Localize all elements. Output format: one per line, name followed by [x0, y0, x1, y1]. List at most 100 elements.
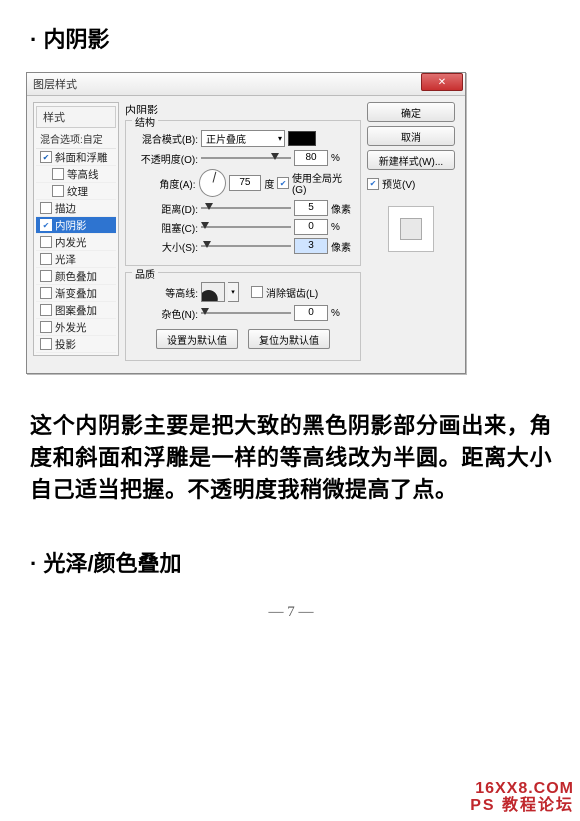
style-label: 等高线 [67, 167, 99, 182]
layer-style-dialog: 图层样式 ✕ 样式 混合选项:自定 ✔ 斜面和浮雕 等高线 [26, 72, 466, 374]
style-label: 光泽 [55, 252, 76, 267]
percent-unit: % [331, 222, 340, 233]
opacity-value[interactable]: 80 [294, 150, 328, 166]
global-light-label: 使用全局光(G) [292, 170, 354, 196]
styles-list-column: 样式 混合选项:自定 ✔ 斜面和浮雕 等高线 纹理 [33, 102, 119, 367]
style-item-color-overlay[interactable]: 颜色叠加 [36, 268, 116, 285]
blend-mode-label: 混合模式(B): [132, 131, 198, 146]
style-item-satin[interactable]: 光泽 [36, 251, 116, 268]
anti-alias-label: 消除锯齿(L) [266, 285, 318, 300]
style-label: 纹理 [67, 184, 88, 199]
contour-thumbnail[interactable] [201, 282, 225, 302]
style-item-inner-glow[interactable]: 内发光 [36, 234, 116, 251]
percent-unit: % [331, 308, 340, 319]
structure-group: 结构 混合模式(B): 正片叠底 ▾ 不透明度(O): [125, 120, 361, 266]
px-unit: 像素 [331, 201, 351, 216]
close-button[interactable]: ✕ [421, 73, 463, 91]
angle-value[interactable]: 75 [229, 175, 262, 191]
choke-value[interactable]: 0 [294, 219, 328, 235]
style-label: 外发光 [55, 320, 87, 335]
watermark: 16XX8.COM PS 教程论坛 [470, 780, 574, 815]
noise-label: 杂色(N): [132, 306, 198, 321]
blend-mode-select[interactable]: 正片叠底 ▾ [201, 130, 285, 147]
style-label: 渐变叠加 [55, 286, 97, 301]
px-unit: 像素 [331, 239, 351, 254]
blending-options-default[interactable]: 混合选项:自定 [36, 129, 116, 149]
watermark-line1: 16XX8.COM [470, 780, 574, 798]
size-slider[interactable] [201, 240, 291, 252]
chevron-down-icon[interactable]: ▾ [228, 282, 239, 302]
style-label: 内阴影 [55, 218, 87, 233]
checkbox-icon[interactable] [40, 270, 52, 282]
choke-slider[interactable] [201, 221, 291, 233]
size-value[interactable]: 3 [294, 238, 328, 254]
anti-alias-checkbox[interactable] [251, 286, 263, 298]
styles-header[interactable]: 样式 [36, 106, 116, 128]
angle-label: 角度(A): [132, 176, 196, 191]
size-label: 大小(S): [132, 239, 198, 254]
checkbox-icon[interactable] [52, 185, 64, 197]
checkbox-icon[interactable] [52, 168, 64, 180]
style-item-bevel[interactable]: ✔ 斜面和浮雕 [36, 149, 116, 166]
checkbox-icon[interactable] [40, 253, 52, 265]
style-label: 投影 [55, 337, 76, 352]
style-item-pattern-overlay[interactable]: 图案叠加 [36, 302, 116, 319]
make-default-button[interactable]: 设置为默认值 [156, 329, 238, 349]
ok-button[interactable]: 确定 [367, 102, 455, 122]
style-item-texture[interactable]: 纹理 [36, 183, 116, 200]
opacity-slider[interactable] [201, 152, 291, 164]
distance-label: 距离(D): [132, 201, 198, 216]
watermark-line2: PS 教程论坛 [470, 797, 574, 815]
choke-label: 阻塞(C): [132, 220, 198, 235]
checkbox-icon[interactable] [40, 202, 52, 214]
blend-mode-value: 正片叠底 [206, 131, 246, 146]
tutorial-paragraph: 这个内阴影主要是把大致的黑色阴影部分画出来，角度和斜面和浮雕是一样的等高线改为半… [30, 410, 552, 506]
percent-unit: % [331, 153, 340, 164]
preview-thumbnail [388, 206, 434, 252]
contour-label: 等高线: [132, 285, 198, 300]
checkbox-icon[interactable]: ✔ [40, 151, 52, 163]
new-style-button[interactable]: 新建样式(W)... [367, 150, 455, 170]
page-number: — 7 — [30, 604, 552, 621]
global-light-checkbox[interactable]: ✔ [277, 177, 289, 189]
checkbox-icon[interactable]: ✔ [40, 219, 52, 231]
section-heading-satin: · 光泽/颜色叠加 [30, 546, 552, 578]
style-item-stroke[interactable]: 描边 [36, 200, 116, 217]
panel-title: 内阴影 [125, 102, 361, 118]
titlebar: 图层样式 ✕ [27, 73, 465, 96]
degree-unit: 度 [264, 176, 274, 191]
color-swatch[interactable] [288, 131, 316, 146]
style-label: 颜色叠加 [55, 269, 97, 284]
section-heading-inner-shadow: · 内阴影 [30, 22, 552, 54]
noise-value[interactable]: 0 [294, 305, 328, 321]
quality-group: 品质 等高线: ▾ 消除锯齿(L) 杂色(N): 0 [125, 272, 361, 361]
checkbox-icon[interactable] [40, 304, 52, 316]
style-item-drop-shadow[interactable]: 投影 [36, 336, 116, 353]
preview-checkbox[interactable]: ✔ [367, 178, 379, 190]
checkbox-icon[interactable] [40, 338, 52, 350]
opacity-label: 不透明度(O): [132, 151, 198, 166]
style-item-inner-shadow[interactable]: ✔ 内阴影 [36, 217, 116, 234]
style-label: 内发光 [55, 235, 87, 250]
style-label: 图案叠加 [55, 303, 97, 318]
checkbox-icon[interactable] [40, 236, 52, 248]
style-item-outer-glow[interactable]: 外发光 [36, 319, 116, 336]
style-item-gradient-overlay[interactable]: 渐变叠加 [36, 285, 116, 302]
dialog-title: 图层样式 [27, 76, 421, 92]
noise-slider[interactable] [201, 307, 291, 319]
distance-value[interactable]: 5 [294, 200, 328, 216]
structure-title: 结构 [132, 114, 158, 129]
chevron-down-icon: ▾ [278, 134, 282, 143]
angle-dial[interactable] [199, 169, 226, 197]
style-item-contour[interactable]: 等高线 [36, 166, 116, 183]
reset-default-button[interactable]: 复位为默认值 [248, 329, 330, 349]
quality-title: 品质 [132, 266, 158, 281]
checkbox-icon[interactable] [40, 287, 52, 299]
preview-label: 预览(V) [382, 176, 415, 191]
checkbox-icon[interactable] [40, 321, 52, 333]
style-label: 描边 [55, 201, 76, 216]
distance-slider[interactable] [201, 202, 291, 214]
style-label: 斜面和浮雕 [55, 150, 108, 165]
cancel-button[interactable]: 取消 [367, 126, 455, 146]
close-icon: ✕ [438, 77, 446, 88]
